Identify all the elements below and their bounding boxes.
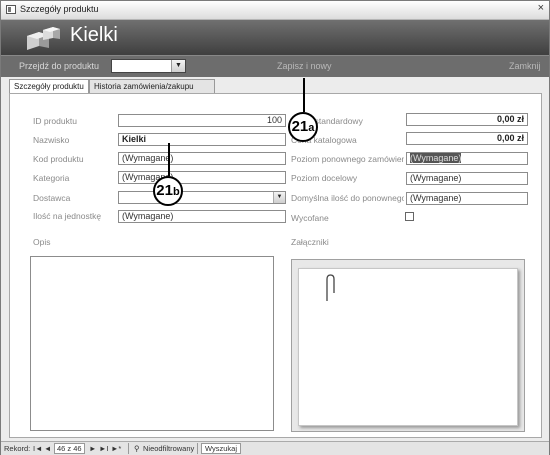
- last-record-button[interactable]: ►I: [99, 444, 109, 453]
- category-field[interactable]: (Wymagane): [118, 171, 286, 184]
- product-id-field[interactable]: 100: [118, 114, 286, 127]
- reorder-level-label: Poziom ponownego zamówienia: [291, 154, 404, 164]
- discontinued-checkbox[interactable]: [405, 212, 414, 221]
- record-label: Rekord:: [4, 444, 31, 453]
- chevron-down-icon[interactable]: ▼: [171, 60, 185, 72]
- target-level-field[interactable]: (Wymagane): [406, 172, 528, 185]
- chevron-down-icon[interactable]: ▼: [273, 192, 285, 203]
- previous-record-button[interactable]: ◄: [44, 444, 51, 453]
- navigation-bar: Przejdź do produktu ▼ Zapisz i nowy Zamk…: [1, 55, 549, 77]
- list-price-field[interactable]: 0,00 zł: [406, 132, 528, 145]
- standard-cost-field[interactable]: 0,00 zł: [406, 113, 528, 126]
- filter-status[interactable]: Nieodfiltrowany: [143, 444, 194, 453]
- window-title: Szczegóły produktu: [20, 4, 99, 14]
- default-reorder-qty-field[interactable]: (Wymagane): [406, 192, 528, 205]
- goto-product-combobox[interactable]: ▼: [111, 59, 186, 73]
- tab-product-details[interactable]: Szczegóły produktu: [9, 79, 89, 94]
- description-label: Opis: [33, 237, 51, 247]
- reorder-level-field[interactable]: (Wymagane): [406, 152, 528, 165]
- tab-order-purchase-history[interactable]: Historia zamówienia/zakupu: [89, 79, 215, 93]
- callout-b-leader: [168, 143, 170, 176]
- first-record-button[interactable]: I◄: [33, 444, 43, 453]
- separator: [197, 443, 198, 454]
- new-record-button[interactable]: ►*: [111, 444, 121, 453]
- supplier-combobox[interactable]: ▼: [118, 191, 286, 204]
- quantity-per-unit-label: Ilość na jednostkę: [33, 211, 102, 221]
- product-boxes-icon: [27, 27, 60, 50]
- quantity-per-unit-field[interactable]: (Wymagane): [118, 210, 286, 223]
- callout-a-leader: [303, 78, 305, 112]
- record-position-field[interactable]: 46 z 46: [54, 443, 85, 454]
- callout-21a: 21a: [288, 112, 318, 142]
- product-id-label: ID produktu: [33, 116, 77, 126]
- form-header: Kielki: [1, 20, 549, 55]
- callout-21b: 21b: [153, 176, 183, 206]
- product-code-field[interactable]: (Wymagane): [118, 152, 286, 165]
- search-field[interactable]: Wyszukaj: [201, 443, 242, 454]
- name-label: Nazwisko: [33, 135, 70, 145]
- goto-product-label: Przejdź do produktu: [19, 61, 100, 71]
- category-label: Kategoria: [33, 173, 70, 183]
- close-form-button[interactable]: Zamknij: [509, 61, 541, 71]
- attachment-preview: [298, 268, 518, 426]
- header-title: Kielki: [70, 24, 118, 46]
- description-field[interactable]: [30, 256, 274, 431]
- filter-icon: ⚲: [134, 444, 140, 453]
- attachments-label: Załączniki: [291, 237, 329, 247]
- save-and-new-button[interactable]: Zapisz i nowy: [277, 61, 332, 71]
- default-reorder-qty-label: Domyślna ilość do ponownego zamówienia: [291, 193, 404, 203]
- discontinued-label: Wycofane: [291, 213, 329, 223]
- target-level-label: Poziom docelowy: [291, 173, 358, 183]
- product-code-label: Kod produktu: [33, 154, 84, 164]
- name-field[interactable]: Kielki: [118, 133, 286, 146]
- separator: [128, 443, 129, 454]
- title-bar: Szczegóły produktu ×: [1, 1, 549, 20]
- form-icon: [6, 5, 16, 14]
- close-icon[interactable]: ×: [538, 2, 544, 14]
- paperclip-icon: [326, 274, 335, 301]
- product-details-window: Szczegóły produktu × Kielki Przejdź do p…: [0, 0, 550, 455]
- supplier-label: Dostawca: [33, 193, 71, 203]
- record-navigation-bar: Rekord: I◄ ◄ 46 z 46 ► ►I ►* ⚲ Nieodfilt…: [1, 441, 549, 455]
- next-record-button[interactable]: ►: [89, 444, 96, 453]
- attachments-field[interactable]: [291, 259, 525, 432]
